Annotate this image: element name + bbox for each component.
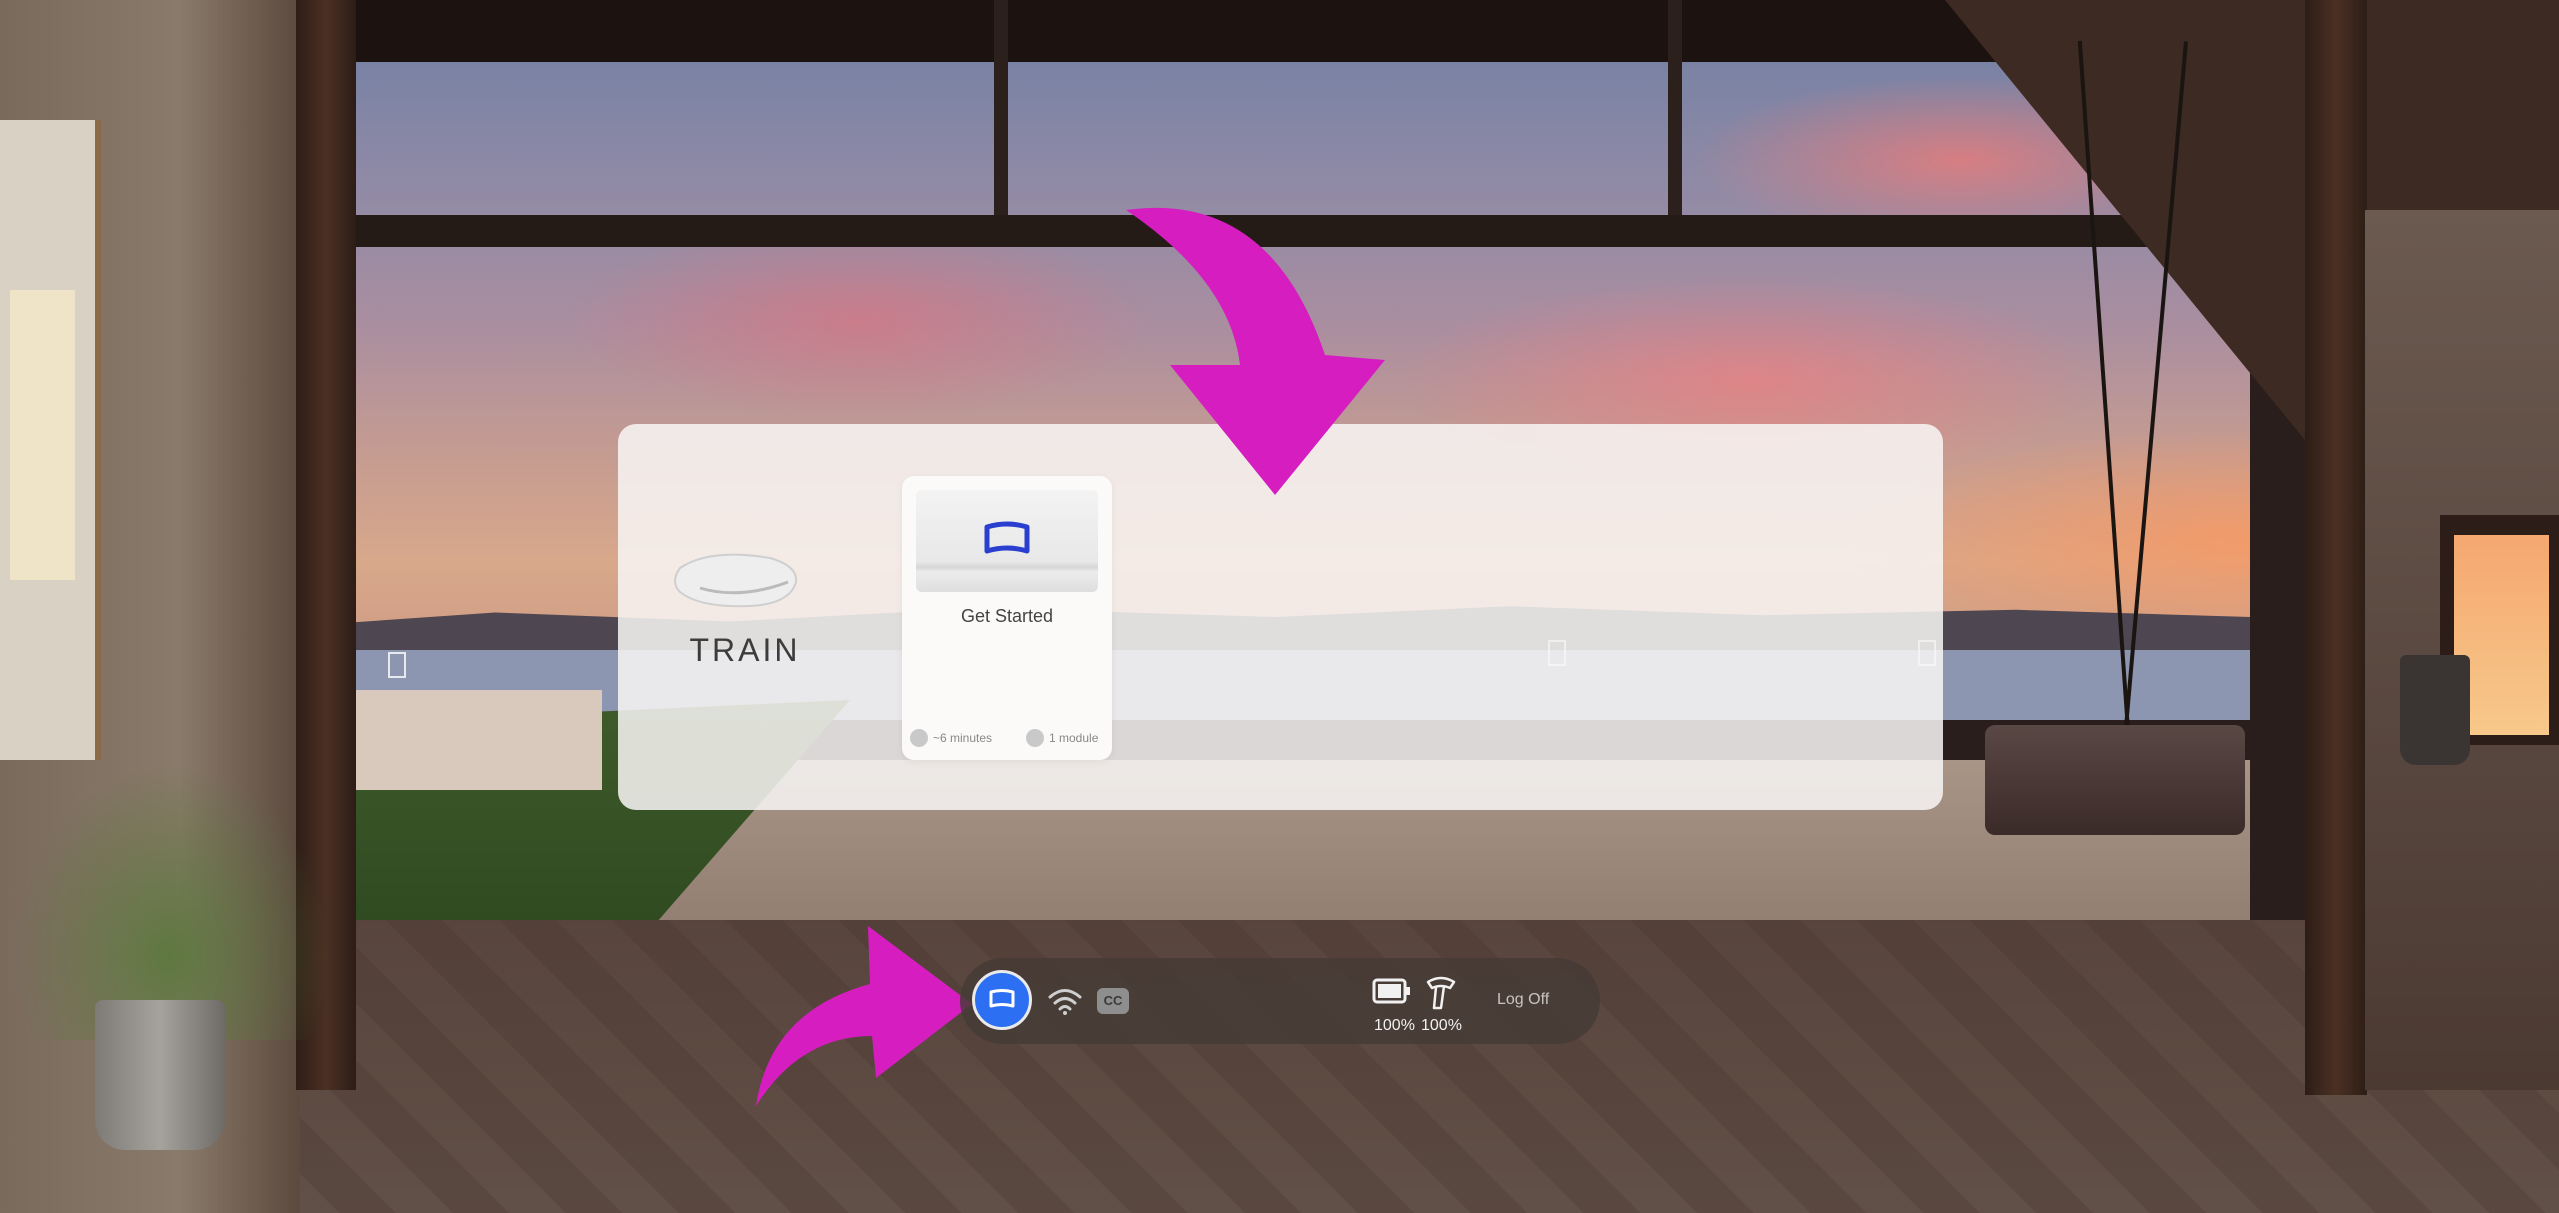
controller-icon [1426,976,1456,1010]
home-button[interactable] [972,970,1032,1030]
card-duration: ~6 minutes [910,729,992,747]
get-started-card[interactable]: Get Started ~6 minutes 1 module [902,476,1112,760]
wall-scroll-art [0,120,101,760]
outlet-icon [388,652,406,678]
wooden-post [2305,0,2367,1095]
vr-headset-icon [674,553,798,608]
duration-text: ~6 minutes [933,731,993,745]
controller-battery-percent: 100% [1421,1017,1462,1034]
log-off-button[interactable]: Log Off [1497,991,1549,1009]
card-title: Get Started [960,606,1054,626]
plant-leaves [10,760,330,1040]
closed-captions-button[interactable]: CC [1097,988,1129,1014]
window-mullion [994,0,1008,220]
porch-swing [1985,725,2245,835]
display-icon [984,521,1030,554]
highlight-arrow-down [1126,207,1385,496]
card-thumbnail [916,490,1098,592]
modules-text: 1 module [1049,731,1099,745]
outlet-icon [1548,640,1566,666]
outlet-icon [1918,640,1936,666]
plant-pot [2400,655,2470,765]
window-mullion [1668,0,1682,220]
headset-battery-icon [1372,978,1410,1004]
display-icon [989,989,1015,1008]
railing [352,690,602,790]
highlight-arrow-right [756,926,972,1106]
play-icon [1026,729,1044,747]
wifi-icon[interactable] [1047,986,1083,1016]
plant-pot [95,1000,225,1150]
headset-battery-percent: 100% [1374,1017,1415,1034]
app-title: TRAIN [689,632,801,668]
card-modules: 1 module [1026,729,1098,747]
clock-icon [910,729,928,747]
